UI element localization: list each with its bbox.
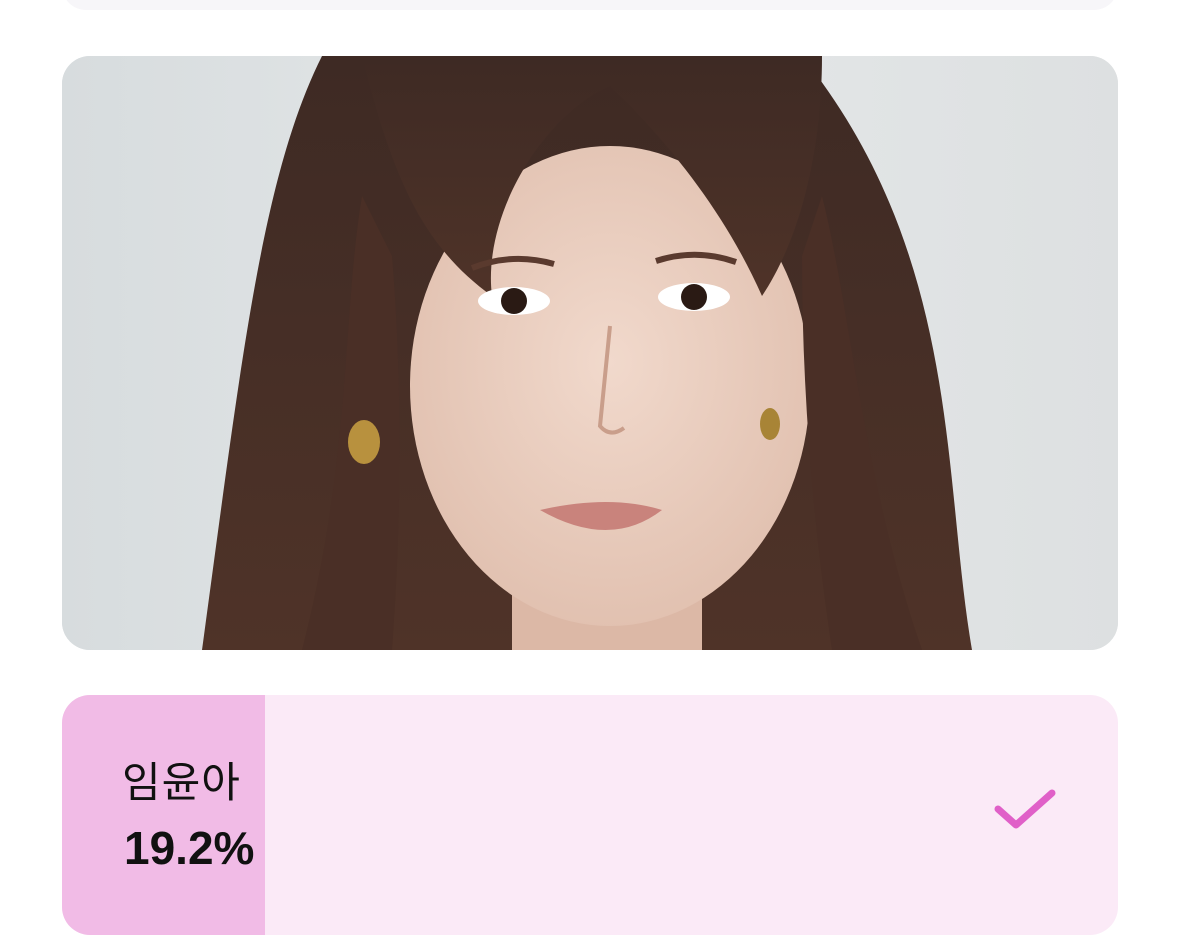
vote-option[interactable]: 임윤아 19.2% — [62, 695, 1118, 935]
candidate-photo — [62, 56, 1118, 650]
vote-progress-fill — [62, 695, 265, 935]
portrait-illustration — [62, 56, 1118, 650]
candidate-name: 임윤아 — [122, 758, 241, 807]
vote-percent: 19.2% — [124, 822, 255, 874]
previous-card — [62, 0, 1118, 10]
checkmark-icon — [994, 789, 1056, 829]
